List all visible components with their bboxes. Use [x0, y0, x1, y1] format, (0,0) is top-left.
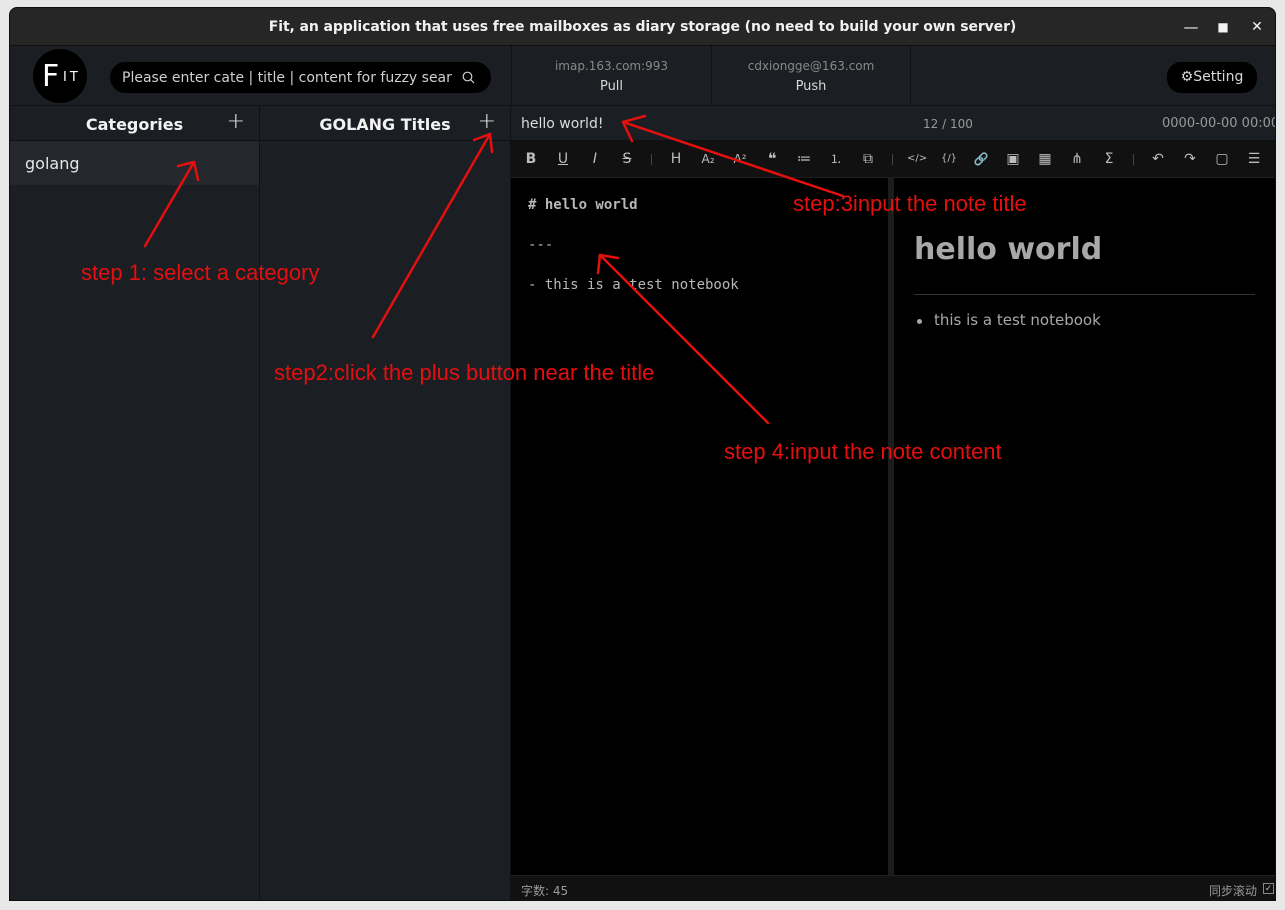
- toolbar-divider: [892, 154, 893, 165]
- source-line: ---: [528, 237, 554, 253]
- push-button[interactable]: cdxiongge@163.com Push: [711, 46, 910, 105]
- titles-panel: GOLANG Titles +: [260, 106, 511, 900]
- bold-icon[interactable]: B: [521, 149, 541, 169]
- push-account: cdxiongge@163.com: [747, 59, 875, 73]
- close-button[interactable]: ✕: [1246, 16, 1268, 38]
- table-icon[interactable]: ▦: [1035, 149, 1055, 169]
- preview-rule: [914, 294, 1255, 295]
- editor-panel: hello world! 12 / 100 0000-00-00 00:00 B…: [511, 106, 1276, 900]
- pull-label: Pull: [599, 79, 624, 94]
- title-length-count: 12 / 100: [923, 117, 973, 131]
- titles-header: GOLANG Titles +: [260, 106, 510, 141]
- undo-icon[interactable]: ↶: [1148, 149, 1168, 169]
- preview-heading: hello world: [914, 232, 1103, 267]
- setting-button[interactable]: ⚙Setting: [1167, 62, 1257, 93]
- app-window: Fit, an application that uses free mailb…: [9, 7, 1276, 901]
- note-date: 0000-00-00 00:00: [1162, 116, 1276, 131]
- source-line: - this is a test notebook: [528, 277, 739, 293]
- categories-title: Categories: [85, 115, 184, 134]
- redo-icon[interactable]: ↷: [1180, 149, 1200, 169]
- task-list-icon[interactable]: ⧉: [858, 149, 878, 169]
- markdown-toolbar: B U I S H A₂ A² ❝ ≔ ⒈ ⧉ </> {/} 🔗 ▣ ▦ ⋔ …: [511, 141, 1275, 178]
- bullet-icon: [917, 319, 922, 324]
- superscript-icon[interactable]: A²: [730, 149, 750, 169]
- header-right: ⚙Setting: [910, 46, 1275, 105]
- toolbar-divider: [651, 154, 652, 165]
- toolbar-divider: [1133, 154, 1134, 165]
- maximize-button[interactable]: ■: [1212, 16, 1234, 38]
- underline-icon[interactable]: U: [553, 149, 573, 169]
- diagram-icon[interactable]: ⋔: [1067, 149, 1087, 169]
- title-bar: Fit, an application that uses free mailb…: [10, 8, 1275, 46]
- code-block-icon[interactable]: {/}: [939, 149, 959, 169]
- minimize-button[interactable]: —: [1180, 16, 1202, 38]
- window-title: Fit, an application that uses free mailb…: [268, 19, 1017, 35]
- note-title-bar: hello world! 12 / 100 0000-00-00 00:00: [511, 106, 1276, 141]
- source-line: # hello world: [528, 197, 638, 213]
- annotation-step4: step 4:input the note content: [724, 439, 1002, 464]
- push-label: Push: [795, 79, 827, 94]
- sync-scroll-label: 同步滚动: [1208, 884, 1257, 898]
- word-count: 字数: 45: [521, 884, 569, 898]
- code-icon[interactable]: </>: [907, 149, 927, 169]
- heading-icon[interactable]: H: [666, 149, 686, 169]
- note-title-input[interactable]: hello world!: [521, 116, 603, 132]
- strikethrough-icon[interactable]: S: [617, 149, 637, 169]
- pull-button[interactable]: imap.163.com:993 Pull: [511, 46, 711, 105]
- logo-letter-f: F: [42, 59, 60, 94]
- category-item-golang[interactable]: golang: [10, 141, 259, 185]
- search-box: [110, 62, 491, 93]
- categories-panel: Categories + golang: [10, 106, 260, 900]
- italic-icon[interactable]: I: [585, 149, 605, 169]
- header-bar: F IT imap.163.com:993 Pull cdxiongge@163…: [10, 46, 1275, 106]
- pull-server: imap.163.com:993: [554, 59, 669, 73]
- image-icon[interactable]: ▣: [1003, 149, 1023, 169]
- logo-letters-it: IT: [63, 70, 81, 85]
- annotation-step3: step:3input the note title: [793, 191, 1027, 216]
- markdown-preview: hello world this is a test notebook: [894, 178, 1275, 875]
- app-logo: F IT: [33, 49, 87, 103]
- ordered-list-icon[interactable]: ⒈: [826, 149, 846, 169]
- search-input[interactable]: [122, 68, 452, 88]
- quote-icon[interactable]: ❝: [762, 149, 782, 169]
- link-icon[interactable]: 🔗: [971, 149, 991, 169]
- editor-status-bar: 字数: 45 同步滚动 ✓: [511, 875, 1275, 900]
- add-note-button[interactable]: +: [478, 109, 496, 134]
- formula-icon[interactable]: Σ: [1099, 149, 1119, 169]
- save-icon[interactable]: ▢: [1212, 149, 1232, 169]
- categories-header: Categories +: [10, 106, 259, 141]
- preview-list-item: this is a test notebook: [934, 311, 1101, 329]
- annotation-step2: step2:click the plus button near the tit…: [274, 360, 655, 385]
- search-icon[interactable]: [462, 71, 475, 84]
- titles-title: GOLANG Titles: [319, 115, 451, 134]
- annotation-step1: step 1: select a category: [81, 260, 320, 285]
- sync-scroll-checkbox[interactable]: ✓: [1263, 883, 1274, 894]
- unordered-list-icon[interactable]: ≔: [794, 149, 814, 169]
- add-category-button[interactable]: +: [227, 109, 245, 134]
- toc-icon[interactable]: ☰: [1244, 149, 1264, 169]
- markdown-source-editor[interactable]: # hello world --- - this is a test noteb…: [511, 178, 888, 875]
- subscript-icon[interactable]: A₂: [698, 149, 718, 169]
